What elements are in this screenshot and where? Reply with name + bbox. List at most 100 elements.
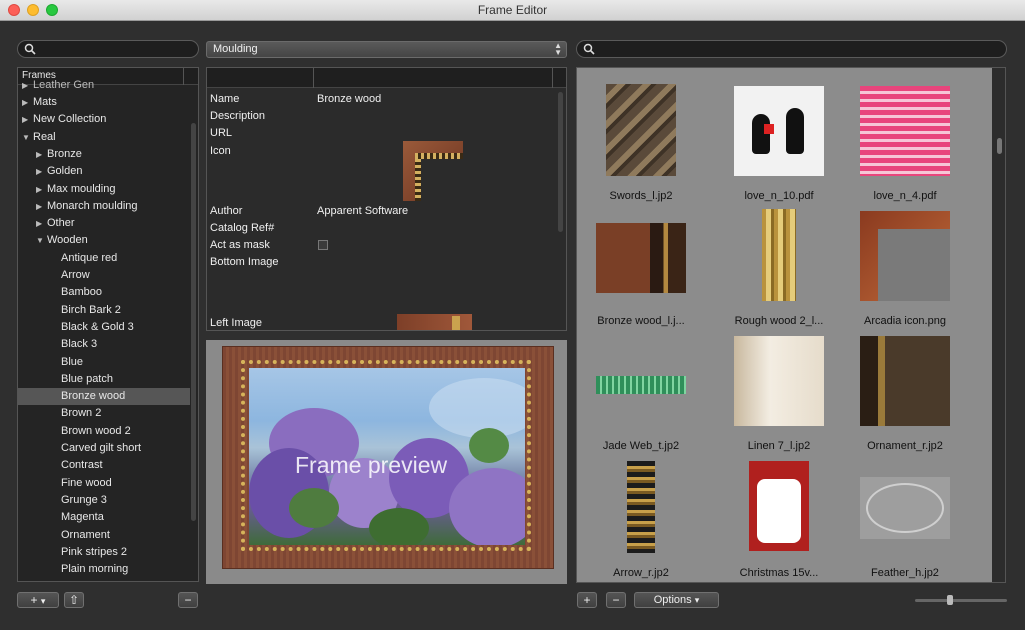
disclosure-closed-icon[interactable]: ▶ [36,181,44,198]
properties-column-header [207,68,566,88]
tree-item[interactable]: Blue [18,354,190,371]
disclosure-open-icon[interactable]: ▼ [22,129,30,146]
name-field[interactable]: Bronze wood [317,93,381,105]
library-item[interactable]: Rough wood 2_l... [715,201,843,327]
tree-item-label: Bronze [47,147,82,160]
disclosure-closed-icon[interactable]: ▶ [36,215,44,232]
act-as-mask-checkbox[interactable] [318,240,328,250]
library-item-caption: Ornament_r.jp2 [867,440,943,452]
tree-item-label: Contrast [61,459,103,472]
tree-item-label: Real [33,130,56,143]
tree-item[interactable]: ▼ Wooden [18,232,190,249]
disclosure-open-icon[interactable]: ▼ [36,232,44,249]
tree-item-label: New Collection [33,113,107,126]
library-item-caption: Christmas 15v... [739,567,819,579]
remove-image-button[interactable]: − [606,592,626,608]
disclosure-closed-icon[interactable]: ▶ [36,146,44,163]
tree-item[interactable]: Plain morning [18,561,190,578]
disclosure-closed-icon[interactable]: ▶ [36,163,44,180]
disclosure-closed-icon[interactable]: ▶ [22,94,30,111]
bottom-image-label: Bottom Image [210,256,279,268]
library-item[interactable]: love_n_10.pdf [715,76,843,202]
tree-item[interactable]: Bronze wood [18,388,190,406]
add-frame-menu-button[interactable]: + ▾ [17,592,59,608]
url-label: URL [210,127,233,139]
tree-item[interactable]: Brown 2 [18,405,190,422]
tree-item[interactable]: Fine wood [18,475,190,492]
share-button[interactable]: ⇧ [64,592,84,608]
left-image-label: Left Image [210,317,262,329]
tree-item-label: Black 3 [61,338,98,351]
tree-item[interactable]: Black 3 [18,336,190,353]
tree-item[interactable]: ▶ New Collection [18,111,190,128]
tree-item-partial[interactable]: ▶ Leather Gen [22,77,194,94]
frame-type-select[interactable]: Moulding ▲ ▼ [206,41,567,58]
library-item[interactable]: Ornament_r.jp2 [841,326,969,452]
cats-love-thumbnail [734,86,824,176]
tree-item[interactable]: ▼ Real [18,129,190,146]
left-image-preview[interactable] [397,314,472,330]
library-item[interactable]: Feather_h.jp2 [841,453,969,579]
options-label: Options [653,594,692,606]
description-label: Description [210,110,266,122]
library-item[interactable]: Bronze wood_l.j... [577,201,705,327]
tree-item-label: Other [47,217,75,230]
tree-item-label: Birch Bark 2 [61,303,121,316]
frames-scrollbar[interactable] [191,123,196,521]
tree-item[interactable]: Blue patch [18,371,190,388]
search-icon [583,43,595,55]
tree-item[interactable]: Brown wood 2 [18,423,190,440]
column-separator [313,68,314,88]
author-field[interactable]: Apparent Software [317,205,408,217]
tree-item-label: Magenta [61,511,104,524]
library-item[interactable]: Christmas 15v... [715,453,843,579]
disclosure-closed-icon[interactable]: ▶ [36,198,44,215]
remove-frame-button[interactable]: − [178,592,198,608]
up-down-arrows-icon: ▲ ▼ [554,41,562,57]
library-item[interactable]: Arcadia icon.png [841,201,969,327]
tree-item[interactable]: ▶ Other [18,215,190,232]
tree-item-label: Black & Gold 3 [61,320,134,333]
tree-item[interactable]: Magenta [18,509,190,526]
tree-item[interactable]: ▶ Mats [18,94,190,111]
add-image-button[interactable]: + [577,592,597,608]
tree-item[interactable]: ▶ Golden [18,163,190,180]
tree-item-label: Bronze wood [61,390,126,403]
frame-preview-area: Frame preview [206,340,567,584]
library-item[interactable]: Jade Web_t.jp2 [577,326,705,452]
window-title: Frame Editor [477,3,548,17]
tree-item[interactable]: Contrast [18,457,190,474]
rough-wood-thumbnail [762,209,796,301]
library-search-input[interactable] [576,40,1007,58]
frame-icon-image[interactable] [403,141,463,201]
tree-item[interactable]: ▶ Bronze [18,146,190,163]
tree-item[interactable]: Birch Bark 2 [18,302,190,319]
tree-item[interactable]: Pink stripes 2 [18,544,190,561]
library-item[interactable]: Swords_l.jp2 [577,76,705,202]
tree-item[interactable]: Grunge 3 [18,492,190,509]
library-scroll-thumb[interactable] [997,138,1002,154]
properties-scrollbar[interactable] [558,92,563,232]
thumbnail-size-slider[interactable] [915,599,1007,602]
tree-item[interactable]: ▶ Monarch moulding [18,198,190,215]
tree-item[interactable]: Antique red [18,250,190,267]
frames-search-input[interactable] [17,40,199,58]
tree-item-label: Bamboo [61,286,102,299]
library-item[interactable]: Linen 7_l.jp2 [715,326,843,452]
tree-item[interactable]: Black & Gold 3 [18,319,190,336]
disclosure-closed-icon[interactable]: ▶ [22,111,30,128]
tree-item-label: Plain morning [61,563,129,576]
tree-item[interactable]: ▶ Max moulding [18,181,190,198]
tree-item[interactable]: Carved gilt short [18,440,190,457]
christmas-card-thumbnail [749,461,809,551]
tree-item[interactable]: Bamboo [18,284,190,301]
options-menu-button[interactable]: Options ▾ [634,592,719,608]
library-item[interactable]: love_n_4.pdf [841,76,969,202]
tree-item[interactable]: Ornament [18,527,190,544]
search-icon [24,43,36,55]
tree-item[interactable]: Arrow [18,267,190,284]
thumbnail-size-slider-knob[interactable] [947,595,953,605]
library-item[interactable]: Arrow_r.jp2 [577,453,705,579]
library-scrollbar[interactable] [992,68,1005,582]
arrow-moulding-thumbnail [627,461,655,553]
